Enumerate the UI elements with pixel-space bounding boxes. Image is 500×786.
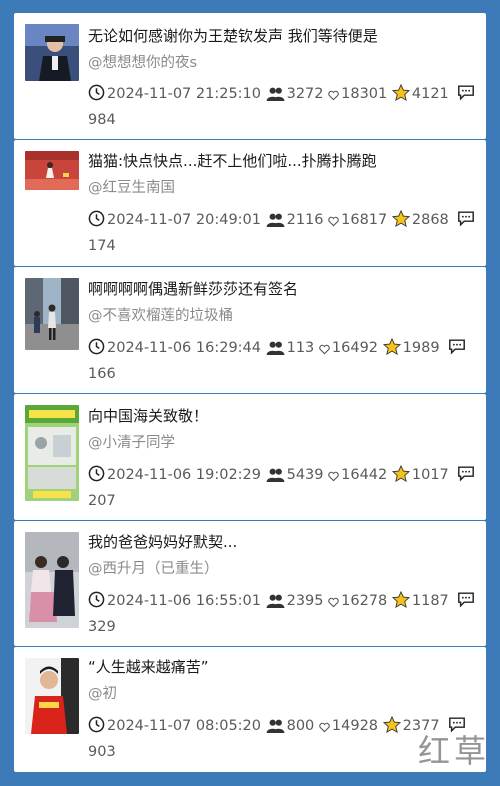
people-icon	[266, 340, 285, 363]
comment-count: 329	[88, 619, 116, 635]
comment-count: 903	[88, 744, 116, 760]
post-card[interactable]: “人生越来越痛苦” @初 2024-11-07 08:05:20 800 149…	[14, 647, 486, 772]
post-title[interactable]: “人生越来越痛苦”	[88, 657, 478, 677]
clock-icon	[88, 716, 105, 741]
like-count: 16817	[341, 212, 388, 228]
heart-icon[interactable]	[319, 340, 330, 363]
post-stats: 2024-11-06 19:02:29 5439 16442 1017 207	[88, 464, 480, 513]
comment-icon[interactable]	[457, 591, 475, 616]
view-count: 800	[286, 718, 315, 734]
post-title[interactable]: 啊啊啊啊偶遇新鲜莎莎还有签名	[88, 279, 478, 299]
post-thumbnail[interactable]	[25, 24, 79, 81]
post-card[interactable]: 猫猫:快点快点...赶不上他们啦...扑腾扑腾跑 @红豆生南国 2024-11-…	[14, 140, 486, 266]
post-thumbnail[interactable]	[25, 278, 79, 350]
comment-icon[interactable]	[457, 210, 475, 235]
star-count: 4121	[411, 86, 449, 102]
star-icon[interactable]	[382, 337, 401, 363]
like-count: 18301	[341, 86, 388, 102]
people-icon	[266, 212, 285, 235]
post-thumbnail[interactable]	[25, 658, 79, 734]
post-author[interactable]: @不喜欢榴莲的垃圾桶	[88, 306, 233, 326]
like-count: 14928	[331, 718, 379, 734]
heart-icon[interactable]	[328, 467, 339, 490]
star-count: 1989	[402, 340, 440, 356]
heart-icon[interactable]	[328, 593, 339, 616]
post-author[interactable]: @初	[88, 684, 117, 704]
post-stats: 2024-11-07 21:25:10 3272 18301 4121 984	[88, 83, 480, 132]
post-author[interactable]: @想想想你的夜s	[88, 53, 197, 73]
post-time: 2024-11-06 16:55:01	[107, 593, 261, 609]
post-time: 2024-11-06 16:29:44	[107, 340, 261, 356]
post-author[interactable]: @红豆生南国	[88, 178, 175, 198]
post-author[interactable]: @小清子同学	[88, 433, 175, 453]
view-count: 3272	[286, 86, 324, 102]
comment-icon[interactable]	[457, 465, 475, 490]
people-icon	[266, 467, 285, 490]
people-icon	[266, 86, 285, 109]
post-title[interactable]: 无论如何感谢你为王楚钦发声 我们等待便是	[88, 26, 478, 46]
post-time: 2024-11-06 19:02:29	[107, 467, 261, 483]
post-thumbnail[interactable]	[25, 151, 79, 190]
view-count: 2395	[286, 593, 324, 609]
star-icon[interactable]	[391, 464, 410, 490]
clock-icon	[88, 591, 105, 616]
post-title[interactable]: 猫猫:快点快点...赶不上他们啦...扑腾扑腾跑	[88, 151, 478, 171]
like-count: 16442	[341, 467, 388, 483]
star-icon[interactable]	[382, 715, 401, 741]
post-stats: 2024-11-06 16:29:44 113 16492 1989 166	[88, 337, 480, 386]
comment-count: 207	[88, 493, 116, 509]
clock-icon	[88, 84, 105, 109]
watermark: 红草	[417, 732, 490, 770]
star-count: 2868	[411, 212, 449, 228]
people-icon	[266, 593, 285, 616]
comment-count: 984	[88, 112, 116, 128]
post-thumbnail[interactable]	[25, 405, 79, 501]
post-title[interactable]: 我的爸爸妈妈好默契...	[88, 532, 478, 552]
clock-icon	[88, 210, 105, 235]
star-icon[interactable]	[391, 83, 410, 109]
post-card[interactable]: 无论如何感谢你为王楚钦发声 我们等待便是 @想想想你的夜s 2024-11-07…	[14, 13, 486, 139]
post-card[interactable]: 我的爸爸妈妈好默契... @西升月（已重生） 2024-11-06 16:55:…	[14, 521, 486, 646]
people-icon	[266, 718, 285, 741]
post-title[interactable]: 向中国海关致敬！	[88, 406, 478, 426]
star-count: 1187	[411, 593, 449, 609]
post-time: 2024-11-07 08:05:20	[107, 718, 261, 734]
view-count: 5439	[286, 467, 324, 483]
like-count: 16278	[341, 593, 388, 609]
post-card[interactable]: 向中国海关致敬！ @小清子同学 2024-11-06 19:02:29 5439…	[14, 394, 486, 520]
heart-icon[interactable]	[319, 718, 330, 741]
post-time: 2024-11-07 20:49:01	[107, 212, 261, 228]
heart-icon[interactable]	[328, 212, 339, 235]
comment-icon[interactable]	[448, 338, 466, 363]
post-time: 2024-11-07 21:25:10	[107, 86, 261, 102]
star-icon[interactable]	[391, 209, 410, 235]
post-stats: 2024-11-06 16:55:01 2395 16278 1187 329	[88, 590, 480, 639]
star-icon[interactable]	[391, 590, 410, 616]
star-count: 1017	[411, 467, 449, 483]
like-count: 16492	[331, 340, 379, 356]
post-stats: 2024-11-07 20:49:01 2116 16817 2868 174	[88, 209, 480, 258]
post-card[interactable]: 啊啊啊啊偶遇新鲜莎莎还有签名 @不喜欢榴莲的垃圾桶 2024-11-06 16:…	[14, 267, 486, 393]
heart-icon[interactable]	[328, 86, 339, 109]
view-count: 2116	[286, 212, 324, 228]
comment-count: 166	[88, 366, 116, 382]
view-count: 113	[286, 340, 315, 356]
post-author[interactable]: @西升月（已重生）	[88, 559, 219, 579]
comment-count: 174	[88, 238, 116, 254]
clock-icon	[88, 338, 105, 363]
comment-icon[interactable]	[457, 84, 475, 109]
clock-icon	[88, 465, 105, 490]
post-thumbnail[interactable]	[25, 532, 79, 628]
